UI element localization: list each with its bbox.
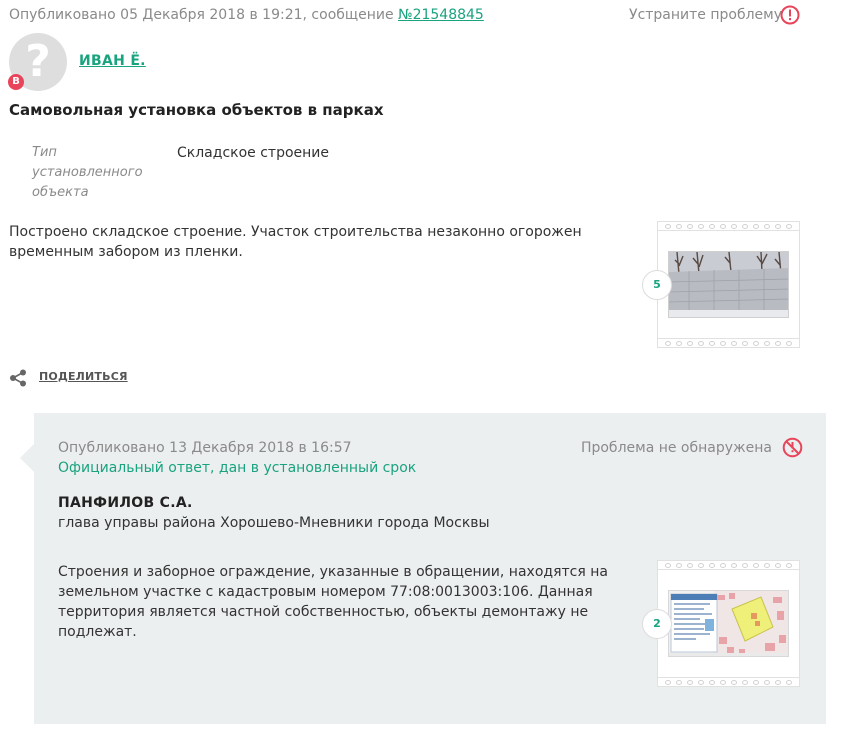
issue-photo-gallery[interactable]: 5 xyxy=(642,221,800,348)
issue-description: Построено складское строение. Участок ст… xyxy=(9,224,582,260)
published-text: Опубликовано 05 Декабря 2018 в 19:21, со… xyxy=(9,7,399,23)
answer-published-text: Опубликовано 13 Декабря 2018 в 16:57 xyxy=(58,440,352,456)
property-label: Тип установленного объекта xyxy=(32,145,143,200)
answer-photo-gallery[interactable]: 2 xyxy=(642,560,800,687)
status-label: Устраните проблему xyxy=(629,7,782,23)
responder-name: ПАНФИЛОВ С.А. xyxy=(58,495,193,511)
film-perforation xyxy=(658,339,799,347)
publication-meta: Опубликовано 05 Декабря 2018 в 19:21, со… xyxy=(9,7,484,23)
film-perforation xyxy=(658,222,799,230)
share-link[interactable]: ПОДЕЛИТЬСЯ xyxy=(39,370,128,383)
official-answer-label: Официальный ответ, дан в установленный с… xyxy=(58,460,417,476)
film-perforation xyxy=(658,561,799,569)
issue-title: Самовольная установка объектов в парках xyxy=(9,101,384,119)
message-number-link[interactable]: №21548845 xyxy=(398,7,484,23)
issue-photo-count[interactable]: 5 xyxy=(642,269,672,300)
answer-pointer xyxy=(20,444,34,472)
share-icon[interactable] xyxy=(9,369,27,387)
answer-text: Строения и заборное ограждение, указанны… xyxy=(58,564,608,640)
alert-circle-icon xyxy=(780,5,800,25)
answer-status-label: Проблема не обнаружена xyxy=(580,440,772,456)
answer-photo-thumbnail[interactable] xyxy=(668,590,789,657)
issue-photo-thumbnail[interactable] xyxy=(668,251,789,318)
property-value: Складское строение xyxy=(177,145,330,161)
author-name-link[interactable]: ИВАН Ё. xyxy=(79,53,146,69)
author-level-badge: В xyxy=(8,74,24,90)
not-found-icon xyxy=(782,437,803,458)
responder-position: глава управы района Хорошево-Мневники го… xyxy=(58,515,490,531)
answer-photo-count[interactable]: 2 xyxy=(642,608,672,639)
film-perforation xyxy=(658,678,799,686)
